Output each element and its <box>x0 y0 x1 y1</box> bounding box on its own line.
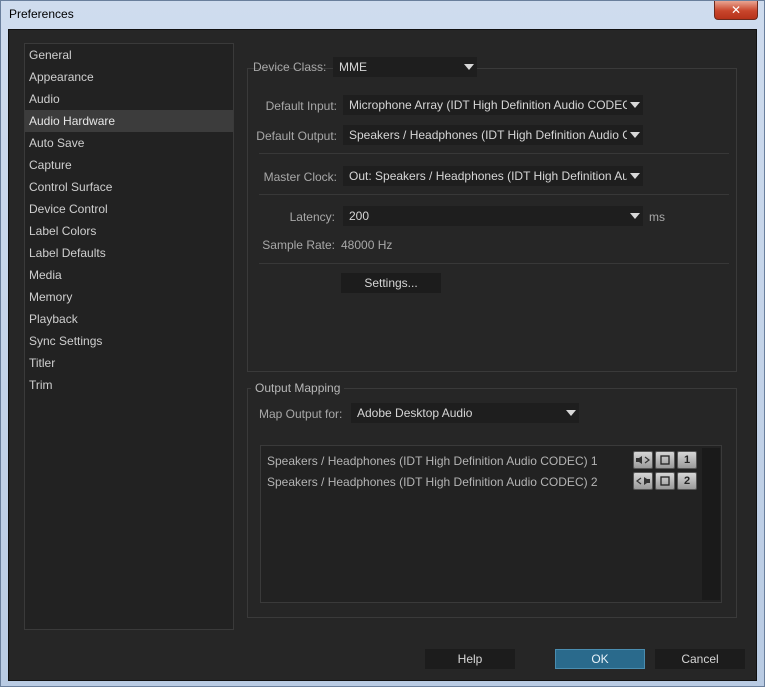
channel-map-icon[interactable] <box>655 451 675 469</box>
mapping-row-label: Speakers / Headphones (IDT High Definiti… <box>267 454 598 468</box>
chevron-down-icon <box>627 166 643 186</box>
channel-map-icon[interactable] <box>655 472 675 490</box>
sidebar-item-memory[interactable]: Memory <box>25 286 233 308</box>
sidebar-item-label-colors[interactable]: Label Colors <box>25 220 233 242</box>
master-clock-select[interactable]: Out: Speakers / Headphones (IDT High Def… <box>343 166 643 186</box>
sidebar-item-appearance[interactable]: Appearance <box>25 66 233 88</box>
sidebar-item-trim[interactable]: Trim <box>25 374 233 396</box>
divider <box>259 153 729 154</box>
channel-2-button[interactable]: 2 <box>677 472 697 490</box>
category-list[interactable]: General Appearance Audio Audio Hardware Auto… <box>24 43 234 630</box>
cancel-button[interactable]: Cancel <box>655 649 745 669</box>
sidebar-item-audio-hardware[interactable]: Audio Hardware <box>25 110 233 132</box>
sample-rate-value: 48000 Hz <box>341 238 393 252</box>
default-input-label: Default Input: <box>265 99 337 113</box>
chevron-down-icon <box>627 125 643 145</box>
title-bar[interactable]: Preferences ✕ <box>1 1 764 29</box>
master-clock-value: Out: Speakers / Headphones (IDT High Def… <box>349 169 643 183</box>
speaker-right-icon[interactable] <box>633 472 653 490</box>
sidebar-item-auto-save[interactable]: Auto Save <box>25 132 233 154</box>
sidebar-item-sync-settings[interactable]: Sync Settings <box>25 330 233 352</box>
sample-rate-label: Sample Rate: <box>262 238 335 252</box>
map-output-for-label: Map Output for: <box>259 407 343 421</box>
device-class-label: Device Class: <box>253 60 327 74</box>
chevron-down-icon <box>563 403 579 423</box>
latency-unit: ms <box>649 210 665 224</box>
mapping-row-label: Speakers / Headphones (IDT High Definiti… <box>267 475 598 489</box>
preferences-window: Preferences ✕ General Appearance Audio Audi… <box>0 0 765 687</box>
device-class-value: MME <box>339 60 367 74</box>
chevron-down-icon <box>627 206 643 226</box>
sidebar-item-titler[interactable]: Titler <box>25 352 233 374</box>
default-output-label: Default Output: <box>256 129 337 143</box>
dialog-body: General Appearance Audio Audio Hardware Auto… <box>8 29 757 681</box>
chevron-down-icon <box>627 95 643 115</box>
output-mapping-legend: Output Mapping <box>251 381 345 395</box>
close-icon: ✕ <box>730 3 742 17</box>
mapping-scrollbar[interactable] <box>702 448 720 600</box>
help-button[interactable]: Help <box>425 649 515 669</box>
channel-1-button[interactable]: 1 <box>677 451 697 469</box>
default-output-select[interactable]: Speakers / Headphones (IDT High Definiti… <box>343 125 643 145</box>
sidebar-item-capture[interactable]: Capture <box>25 154 233 176</box>
device-class-select[interactable]: MME <box>333 57 477 77</box>
close-button[interactable]: ✕ <box>714 1 758 20</box>
divider <box>259 263 729 264</box>
latency-select[interactable]: 200 <box>343 206 643 226</box>
default-output-value: Speakers / Headphones (IDT High Definiti… <box>349 128 643 142</box>
chevron-down-icon <box>461 57 477 77</box>
sidebar-item-label-defaults[interactable]: Label Defaults <box>25 242 233 264</box>
sidebar-item-general[interactable]: General <box>25 44 233 66</box>
settings-button[interactable]: Settings... <box>341 273 441 293</box>
map-output-for-value: Adobe Desktop Audio <box>357 406 473 420</box>
default-input-select[interactable]: Microphone Array (IDT High Definition Au… <box>343 95 643 115</box>
window-title: Preferences <box>9 7 74 21</box>
sidebar-item-audio[interactable]: Audio <box>25 88 233 110</box>
default-input-value: Microphone Array (IDT High Definition Au… <box>349 98 635 112</box>
latency-value: 200 <box>349 209 370 223</box>
master-clock-label: Master Clock: <box>263 170 337 184</box>
ok-button[interactable]: OK <box>555 649 645 669</box>
output-mapping-list[interactable]: Speakers / Headphones (IDT High Definiti… <box>260 445 722 603</box>
latency-label: Latency: <box>289 210 335 224</box>
sidebar-item-playback[interactable]: Playback <box>25 308 233 330</box>
divider <box>259 194 729 195</box>
speaker-left-icon[interactable] <box>633 451 653 469</box>
map-output-for-select[interactable]: Adobe Desktop Audio <box>351 403 579 423</box>
sidebar-item-control-surface[interactable]: Control Surface <box>25 176 233 198</box>
sidebar-item-device-control[interactable]: Device Control <box>25 198 233 220</box>
sidebar-item-media[interactable]: Media <box>25 264 233 286</box>
